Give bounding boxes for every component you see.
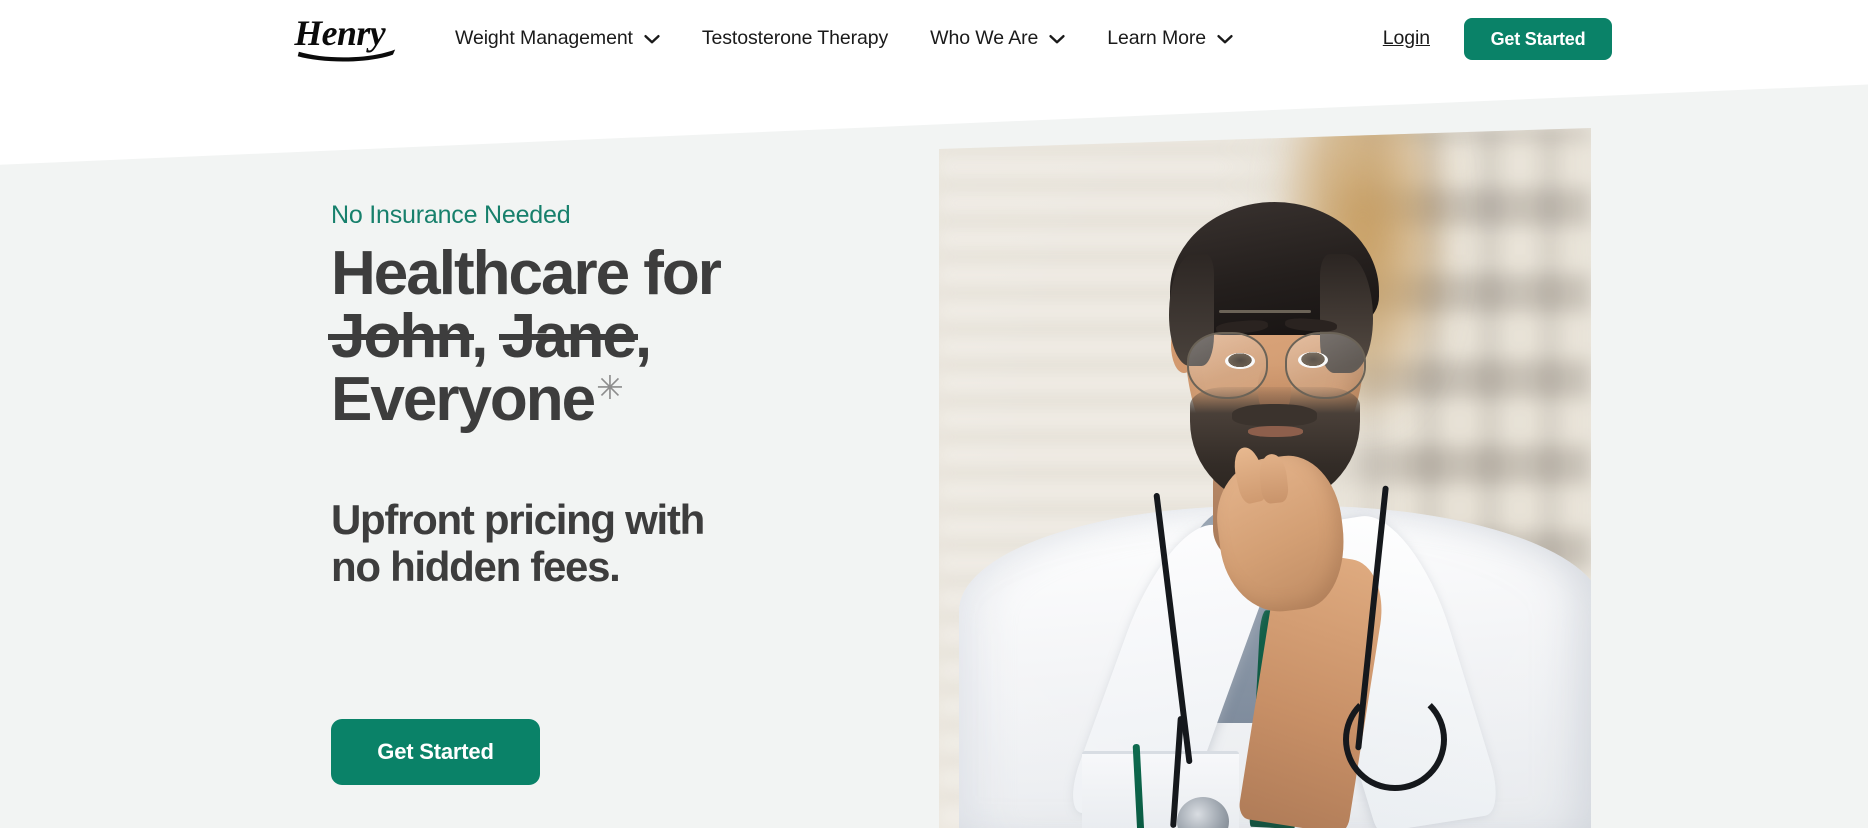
mustache — [1232, 403, 1318, 427]
chevron-down-icon — [644, 34, 660, 44]
site-header: Henry Weight Management Testosterone The… — [0, 0, 1868, 78]
doctor-photo — [939, 128, 1591, 828]
nav-item-learn-more[interactable]: Learn More — [1107, 29, 1233, 49]
hero-get-started-button[interactable]: Get Started — [331, 719, 540, 785]
subheadline-line-2: no hidden fees. — [331, 543, 621, 591]
headline-line-3: Everyone✳ — [331, 368, 891, 431]
asterisk-icon: ✳ — [596, 368, 624, 406]
subheadline-line-1: Upfront pricing with — [331, 495, 705, 543]
nav-label: Learn More — [1107, 27, 1206, 50]
hero-doctor-image — [939, 128, 1591, 828]
headline-line-2: John, Jane, — [331, 305, 891, 368]
lens-right — [1284, 332, 1367, 400]
henry-logo[interactable]: Henry — [291, 8, 403, 62]
hero-section: No Insurance Needed Healthcare for John,… — [0, 0, 1868, 828]
hero-headline: Healthcare for John, Jane, Everyone✳ — [331, 242, 891, 432]
nav-label: Weight Management — [455, 27, 633, 50]
header-actions: Login Get Started — [1383, 0, 1868, 78]
nav-label: Testosterone Therapy — [701, 27, 889, 50]
eyeglasses-icon — [1186, 332, 1367, 400]
stethoscope-loop — [1343, 688, 1447, 791]
hero-subheadline: Upfront pricing with no hidden fees. — [331, 496, 891, 591]
glasses-bridge — [1219, 310, 1311, 313]
landing-page: Henry Weight Management Testosterone The… — [0, 0, 1868, 828]
chevron-down-icon — [1217, 34, 1233, 44]
headline-line-1: Healthcare for — [331, 242, 891, 305]
headline-text-healthcare-for: Healthcare for — [331, 239, 722, 308]
nav-label: Who We Are — [930, 27, 1039, 50]
primary-navigation: Weight Management Testosterone Therapy W… — [455, 0, 1233, 78]
headline-text-everyone: Everyone — [331, 365, 596, 435]
lens-left — [1186, 332, 1268, 400]
chevron-down-icon — [1049, 34, 1065, 44]
hero-eyebrow: No Insurance Needed — [331, 201, 571, 229]
svg-text:Henry: Henry — [293, 13, 385, 53]
header-get-started-button[interactable]: Get Started — [1464, 18, 1612, 60]
headline-struck-john: John — [331, 302, 473, 372]
headline-struck-jane: Jane — [501, 302, 637, 372]
nav-item-who-we-are[interactable]: Who We Are — [930, 29, 1065, 49]
nav-item-weight-management[interactable]: Weight Management — [455, 29, 660, 49]
doctor-figure — [939, 128, 1591, 828]
login-link[interactable]: Login — [1383, 29, 1430, 49]
lips — [1248, 426, 1304, 437]
nav-item-testosterone-therapy[interactable]: Testosterone Therapy — [702, 29, 888, 49]
hero-copy: No Insurance Needed Healthcare for John,… — [331, 200, 891, 591]
